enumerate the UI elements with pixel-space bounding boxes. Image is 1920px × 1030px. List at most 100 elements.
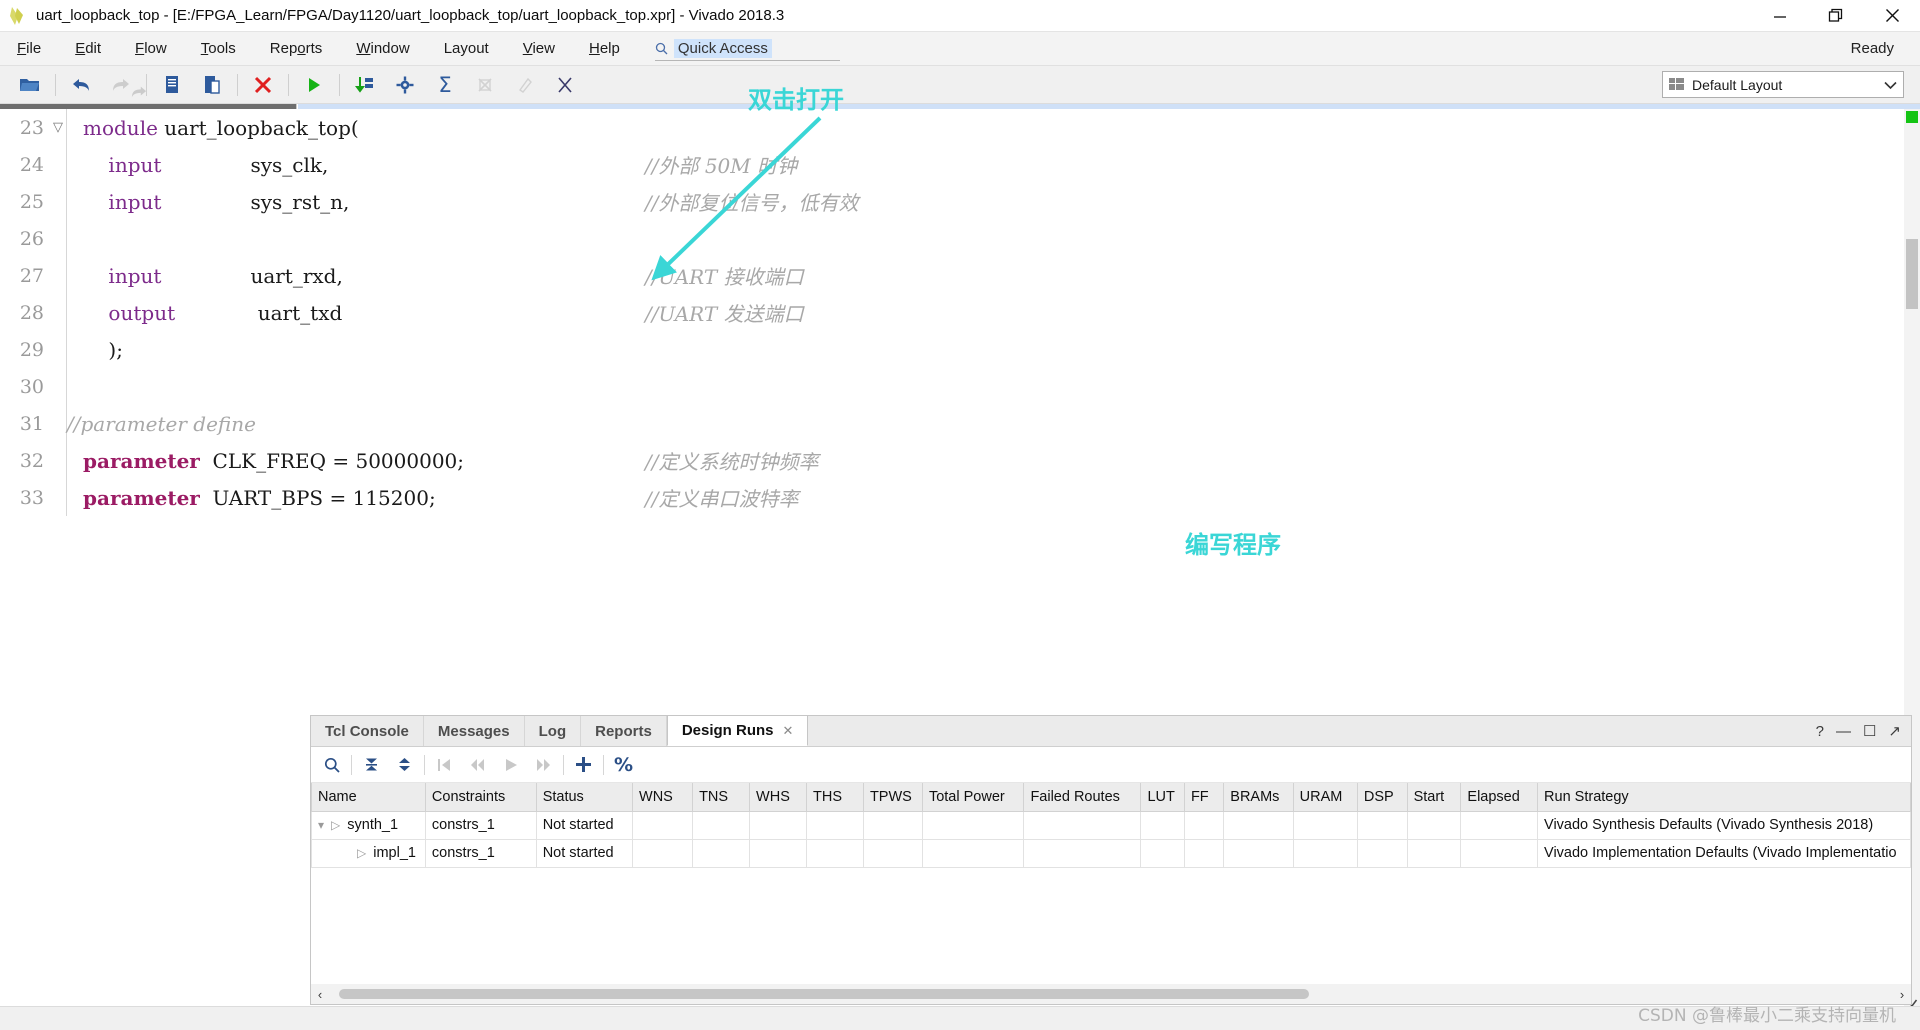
column-header-dsp[interactable]: DSP bbox=[1356, 783, 1408, 812]
settings-gear-icon[interactable] bbox=[385, 68, 425, 102]
run-icon[interactable] bbox=[294, 68, 334, 102]
column-header-lut[interactable]: LUT bbox=[1140, 783, 1185, 812]
float-icon[interactable]: ↗ bbox=[1888, 722, 1901, 740]
column-header-constraints[interactable]: Constraints bbox=[424, 783, 537, 812]
column-header-uram[interactable]: URAM bbox=[1292, 783, 1358, 812]
bottom-tab-label: Reports bbox=[595, 722, 652, 740]
close-icon[interactable] bbox=[1864, 0, 1920, 32]
maximize-icon[interactable]: ☐ bbox=[1863, 722, 1876, 740]
bottom-tab-reports[interactable]: Reports bbox=[581, 716, 667, 746]
expand-all-icon[interactable] bbox=[388, 750, 421, 780]
gutter-divider bbox=[66, 368, 67, 405]
help-icon[interactable]: ? bbox=[1816, 723, 1824, 740]
code-line[interactable]: 30 bbox=[0, 368, 1904, 405]
search-icon[interactable] bbox=[315, 750, 348, 780]
run-icon bbox=[494, 750, 527, 780]
paste-icon[interactable] bbox=[192, 68, 232, 102]
line-number: 30 bbox=[19, 375, 44, 398]
column-header-failed-routes[interactable]: Failed Routes bbox=[1023, 783, 1142, 812]
code-line[interactable]: 26 bbox=[0, 220, 1904, 257]
code-line[interactable]: 23 ▽ module uart_loopback_top( bbox=[0, 109, 1904, 146]
column-header-name[interactable]: Name bbox=[311, 783, 426, 812]
column-header-whs[interactable]: WHS bbox=[749, 783, 807, 812]
column-header-tns[interactable]: TNS bbox=[692, 783, 751, 812]
bottom-tab-log[interactable]: Log bbox=[525, 716, 582, 746]
open-project-icon[interactable] bbox=[10, 68, 50, 102]
maximize-icon[interactable] bbox=[1808, 0, 1864, 32]
cell-status: Not started bbox=[535, 810, 634, 840]
code-line[interactable]: 29 ); bbox=[0, 331, 1904, 368]
scrollbar-thumb[interactable] bbox=[1906, 239, 1918, 309]
percent-icon[interactable]: % bbox=[607, 750, 640, 780]
column-header-total-power[interactable]: Total Power bbox=[921, 783, 1025, 812]
column-header-wns[interactable]: WNS bbox=[632, 783, 694, 812]
column-header-start[interactable]: Start bbox=[1406, 783, 1462, 812]
cell-tpws bbox=[862, 838, 923, 868]
delete-icon[interactable] bbox=[243, 68, 283, 102]
gutter-divider bbox=[66, 257, 67, 294]
run-triangle-icon[interactable]: ▷ bbox=[357, 846, 366, 860]
table-row[interactable]: ▾ ▷ synth_1 constrs_1 Not started Vivado Synt… bbox=[311, 810, 1911, 840]
cell-ths bbox=[805, 810, 864, 840]
column-header-brams[interactable]: BRAMs bbox=[1223, 783, 1294, 812]
chevron-down-icon[interactable] bbox=[1884, 77, 1897, 93]
undo-icon[interactable] bbox=[61, 68, 101, 102]
code-line[interactable]: 28 output uart_txd //UART 发送端口 bbox=[0, 294, 1904, 331]
table-row[interactable]: ▷ impl_1 constrs_1 Not started Vivado Implem… bbox=[311, 838, 1911, 868]
code-line[interactable]: 32 parameter CLK_FREQ = 50000000; //定义系统时钟… bbox=[0, 442, 1904, 479]
cell-tns bbox=[692, 838, 751, 868]
menu-window[interactable]: Window bbox=[339, 32, 426, 66]
code-text: UART_BPS = 115200; bbox=[199, 485, 436, 510]
cell-tpws bbox=[862, 810, 923, 840]
fold-icon[interactable]: ▽ bbox=[50, 120, 66, 135]
quick-access-search[interactable]: Quick Access bbox=[654, 37, 840, 61]
code-comment: //parameter define bbox=[67, 411, 256, 436]
bottom-tab-messages[interactable]: Messages bbox=[424, 716, 525, 746]
code-line[interactable]: 33 parameter UART_BPS = 115200; //定义串口波特率 bbox=[0, 479, 1904, 516]
menu-view[interactable]: View bbox=[506, 32, 572, 66]
menu-flow[interactable]: Flow bbox=[118, 32, 184, 66]
column-header-run-strategy[interactable]: Run Strategy bbox=[1537, 783, 1911, 812]
close-icon[interactable]: ✕ bbox=[783, 723, 794, 739]
scroll-right-icon[interactable]: › bbox=[1893, 987, 1911, 1002]
column-header-ths[interactable]: THS bbox=[805, 783, 864, 812]
run-triangle-icon[interactable]: ▷ bbox=[331, 818, 340, 832]
menu-layout[interactable]: Layout bbox=[427, 32, 506, 66]
column-header-tpws[interactable]: TPWS bbox=[862, 783, 923, 812]
menu-file[interactable]: File bbox=[0, 32, 58, 66]
scroll-left-icon[interactable]: ‹ bbox=[311, 987, 329, 1002]
menu-help[interactable]: Help bbox=[572, 32, 637, 66]
column-header-status[interactable]: Status bbox=[535, 783, 634, 812]
menu-reports[interactable]: Reports bbox=[253, 32, 340, 66]
bottom-tab-tcl-console[interactable]: Tcl Console bbox=[311, 716, 424, 746]
column-header-elapsed[interactable]: Elapsed bbox=[1460, 783, 1539, 812]
copy-icon[interactable] bbox=[152, 68, 192, 102]
timing-icon bbox=[465, 68, 505, 102]
minimize-icon[interactable] bbox=[1752, 0, 1808, 32]
code-text: sys_rst_n, bbox=[161, 189, 350, 214]
bottom-tabstrip[interactable]: Tcl Console Messages Log Reports Design Runs… bbox=[311, 716, 1911, 747]
chevron-down-icon[interactable]: ▾ bbox=[318, 818, 324, 832]
code-line[interactable]: 25 input sys_rst_n, //外部复位信号，低有效 bbox=[0, 183, 1904, 220]
layout-dropdown[interactable]: Default Layout bbox=[1662, 71, 1904, 98]
menu-edit[interactable]: Edit bbox=[58, 32, 118, 66]
line-number: 31 bbox=[19, 412, 44, 435]
column-header-ff[interactable]: FF bbox=[1183, 783, 1225, 812]
minimize-icon[interactable]: — bbox=[1836, 723, 1851, 740]
bottom-tab-design-runs[interactable]: Design Runs ✕ bbox=[666, 716, 809, 746]
scrollbar-thumb[interactable] bbox=[339, 989, 1309, 999]
report-icon[interactable] bbox=[345, 68, 385, 102]
code-line[interactable]: 24 input sys_clk, //外部 50M 时钟 bbox=[0, 146, 1904, 183]
code-line[interactable]: 31 //parameter define bbox=[0, 405, 1904, 442]
cell-uram bbox=[1292, 838, 1358, 868]
cut-tool-icon[interactable] bbox=[545, 68, 585, 102]
main-toolbar: Σ Default Layout bbox=[0, 66, 1920, 104]
sigma-icon[interactable]: Σ bbox=[425, 68, 465, 102]
collapse-all-icon[interactable] bbox=[355, 750, 388, 780]
gutter-divider bbox=[66, 442, 67, 479]
run-name: synth_1 bbox=[347, 817, 399, 833]
menu-tools[interactable]: Tools bbox=[184, 32, 253, 66]
code-comment: //外部 50M 时钟 bbox=[645, 154, 798, 178]
add-run-icon[interactable] bbox=[567, 750, 600, 780]
code-line[interactable]: 27 input uart_rxd, //UART 接收端口 bbox=[0, 257, 1904, 294]
